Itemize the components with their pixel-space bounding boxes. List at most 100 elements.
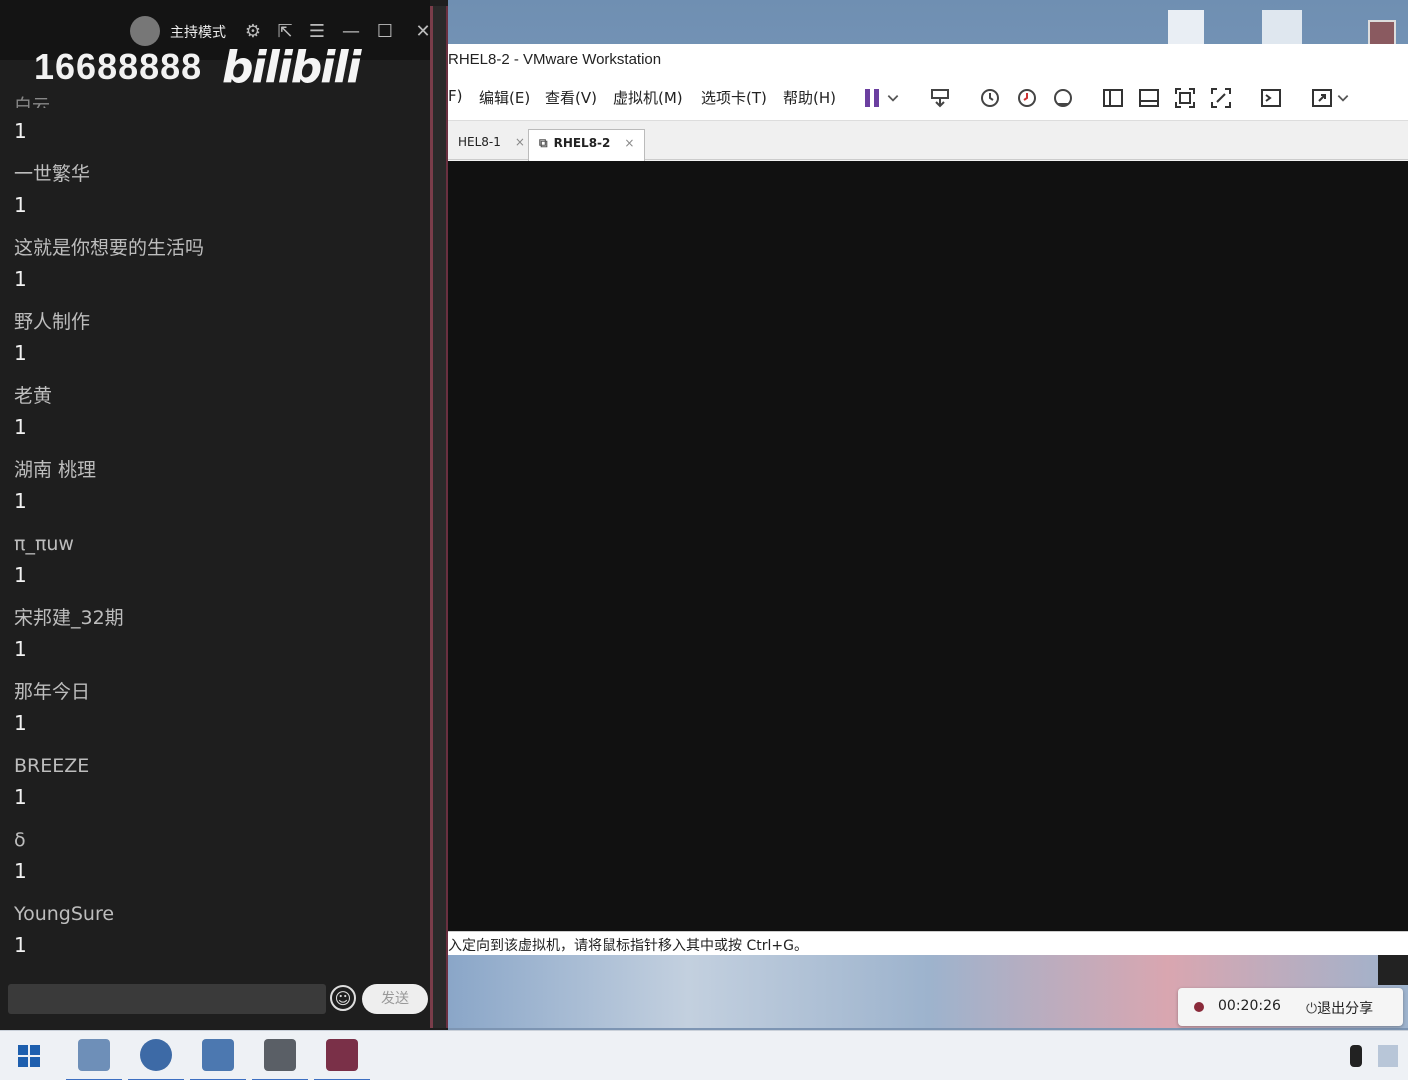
chat-message: δ 1 — [14, 828, 414, 884]
emoji-icon[interactable]: ☺ — [330, 985, 356, 1011]
chat-username: π_πuw — [14, 533, 74, 555]
revert-snapshot-icon[interactable] — [1013, 84, 1041, 112]
chat-message: 宋邦建_32期 1 — [14, 606, 414, 662]
chat-message-text: 1 — [14, 489, 27, 513]
host-mode-label[interactable]: 主持模式 — [170, 22, 226, 42]
chat-message: 1 — [14, 118, 414, 144]
thumbnail-view-icon[interactable] — [1135, 84, 1163, 112]
tab-label: RHEL8-2 — [553, 136, 611, 150]
chat-username: 白云 — [14, 96, 50, 108]
chat-message: 老黄 1 — [14, 384, 414, 440]
unity-icon[interactable] — [1207, 84, 1235, 112]
menu-file[interactable]: F) — [448, 87, 462, 105]
tab-rhel8-1[interactable]: HEL8-1 × — [448, 129, 535, 161]
vm-tab-bar: HEL8-1 × ⧉ RHEL8-2 × — [448, 120, 1408, 161]
chat-input[interactable] — [8, 984, 326, 1014]
taskbar — [0, 1030, 1408, 1080]
browser-icon[interactable] — [128, 1039, 184, 1080]
chat-message-text: 1 — [14, 711, 27, 735]
minimize-icon[interactable]: — — [340, 20, 362, 42]
media-app-icon[interactable] — [252, 1039, 308, 1080]
exit-share-button[interactable]: ⏻退出分享 — [1306, 998, 1373, 1018]
menu-view[interactable]: 查看(V) — [545, 87, 597, 108]
send-button[interactable]: 发送 — [362, 984, 428, 1014]
chat-message-text: 1 — [14, 785, 27, 809]
file-explorer-icon[interactable] — [66, 1039, 122, 1080]
status-text: 入定向到该虚拟机，请将鼠标指针移入其中或按 Ctrl+G。 — [448, 938, 808, 954]
chat-username: 野人制作 — [14, 311, 91, 333]
snapshot-manager-icon[interactable] — [1049, 84, 1077, 112]
chat-message-text: 1 — [14, 637, 27, 661]
menu-tabs[interactable]: 选项卡(T) — [701, 87, 767, 108]
window-titlebar: RHEL8-2 - VMware Workstation — [448, 44, 1408, 78]
microphone-icon[interactable] — [1350, 1045, 1362, 1067]
chat-message-text: 1 — [14, 267, 27, 291]
chat-message: 一世繁华 1 — [14, 162, 414, 218]
chat-username: YoungSure — [14, 903, 115, 925]
chat-username: BREEZE — [14, 755, 90, 777]
menu-edit[interactable]: 编辑(E) — [479, 87, 530, 108]
tab-label: HEL8-1 — [458, 135, 501, 149]
status-bar: 入定向到该虚拟机，请将鼠标指针移入其中或按 Ctrl+G。 — [448, 931, 1408, 955]
maximize-icon[interactable]: ☐ — [374, 20, 396, 42]
chat-message-text: 1 — [14, 415, 27, 439]
vmware-window: RHEL8-2 - VMware Workstation F) 编辑(E) 查看… — [448, 44, 1408, 1028]
desktop-icon[interactable] — [1168, 10, 1204, 46]
screen-share-bar: 00:20:26 ⏻退出分享 — [1178, 988, 1403, 1026]
library-view-icon[interactable] — [1099, 84, 1127, 112]
fullscreen-icon[interactable] — [1171, 84, 1199, 112]
menu-vm[interactable]: 虚拟机(M) — [613, 87, 683, 108]
notification-icon[interactable] — [1378, 1045, 1398, 1067]
chevron-down-icon[interactable] — [1336, 84, 1350, 112]
room-id-watermark: 16688888 — [34, 46, 203, 87]
menu-icon[interactable]: ☰ — [306, 20, 328, 42]
exit-share-label: 退出分享 — [1317, 1001, 1374, 1017]
chat-message-text: 1 — [14, 193, 27, 217]
chat-username: 这就是你想要的生活吗 — [14, 237, 205, 259]
chat-message: 湖南 桃理 1 — [14, 458, 414, 514]
share-timer: 00:20:26 — [1218, 998, 1281, 1014]
chat-message-text: 1 — [14, 859, 27, 883]
send-keys-icon[interactable] — [926, 84, 954, 112]
close-icon[interactable]: × — [515, 135, 525, 149]
window-title: RHEL8-2 - VMware Workstation — [448, 51, 662, 68]
live-chat-panel: 主持模式 ⚙ ⇱ ☰ — ☐ ✕ 16688888 bilibili 白云 1 … — [0, 0, 448, 1030]
chat-message: 那年今日 1 — [14, 680, 414, 736]
chat-app-icon[interactable] — [314, 1039, 370, 1080]
snapshot-icon[interactable] — [976, 84, 1004, 112]
chat-message-text: 1 — [14, 933, 27, 957]
windows-start-icon[interactable] — [18, 1045, 40, 1067]
chat-username: 宋邦建_32期 — [14, 607, 124, 629]
desktop-shape — [1378, 955, 1408, 985]
desktop-icon[interactable] — [1262, 10, 1302, 46]
popout-icon[interactable]: ⇱ — [274, 20, 296, 42]
menu-bar: F) 编辑(E) 查看(V) 虚拟机(M) 选项卡(T) 帮助(H) — [448, 78, 1408, 120]
pause-icon[interactable] — [858, 84, 886, 112]
stretch-icon[interactable] — [1308, 84, 1336, 112]
vmware-icon[interactable] — [190, 1039, 246, 1080]
vm-icon: ⧉ — [539, 136, 548, 150]
desktop-icon[interactable] — [1368, 20, 1396, 46]
bilibili-logo: bilibili — [222, 42, 361, 93]
vm-console-screen[interactable] — [448, 161, 1408, 931]
settings-icon[interactable]: ⚙ — [242, 20, 264, 42]
chat-message-text: 1 — [14, 341, 27, 365]
tab-rhel8-2[interactable]: ⧉ RHEL8-2 × — [528, 129, 646, 161]
chat-username: 老黄 — [14, 385, 53, 407]
menu-help[interactable]: 帮助(H) — [783, 87, 836, 108]
chat-message: BREEZE 1 — [14, 754, 414, 810]
chat-message: 野人制作 1 — [14, 310, 414, 366]
close-icon[interactable]: × — [624, 136, 634, 150]
chat-username: δ — [14, 829, 26, 851]
avatar[interactable] — [130, 16, 160, 46]
chat-message: π_πuw 1 — [14, 532, 414, 588]
power-icon: ⏻ — [1306, 1001, 1318, 1017]
window-border — [430, 6, 448, 1028]
chat-username: 湖南 桃理 — [14, 459, 97, 481]
chevron-down-icon[interactable] — [886, 84, 900, 112]
terminal-icon[interactable] — [1257, 84, 1285, 112]
chat-message: YoungSure 1 — [14, 902, 414, 958]
recording-icon — [1194, 1002, 1204, 1012]
chat-message-text: 1 — [14, 119, 27, 143]
chat-username: 那年今日 — [14, 681, 91, 703]
